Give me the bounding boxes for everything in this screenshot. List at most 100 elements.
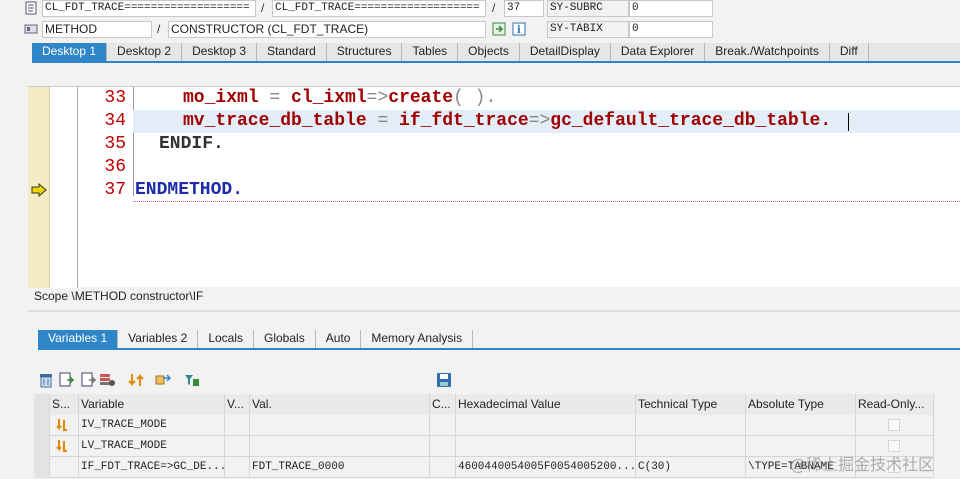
sy-subrc-value[interactable]: 0: [629, 0, 713, 17]
variable-cell[interactable]: IV_TRACE_MODE: [79, 415, 225, 436]
program-field[interactable]: CL_FDT_TRACE===================: [42, 0, 256, 17]
table-row[interactable]: IV_TRACE_MODE: [34, 415, 934, 436]
tab-data-explorer[interactable]: Data Explorer: [611, 43, 706, 61]
col-header-v[interactable]: V...: [225, 394, 250, 415]
method-end-line: [133, 201, 960, 202]
col-header-hex[interactable]: Hexadecimal Value: [456, 394, 636, 415]
code-line[interactable]: 34 mv_trace_db_table = if_fdt_trace=>gc_d…: [28, 110, 960, 133]
code-line[interactable]: 33 mo_ixml = cl_ixml=>create( ).: [28, 87, 960, 110]
code-token: ENDIF.: [159, 134, 224, 154]
sort-icon[interactable]: [128, 372, 144, 388]
col-header-c[interactable]: C...: [430, 394, 456, 415]
value-cell[interactable]: [250, 415, 430, 436]
absolute-type-cell: [746, 415, 856, 436]
status-cell: [50, 415, 79, 436]
variable-fast-display-icon[interactable]: [80, 372, 97, 388]
block-name-field[interactable]: CONSTRUCTOR (CL_FDT_TRACE): [168, 21, 486, 38]
code-editor[interactable]: 33 mo_ixml = cl_ixml=>create( ). 34 mv_trac…: [28, 86, 960, 288]
splitter[interactable]: [28, 310, 960, 312]
desktop-tabs: Desktop 1 Desktop 2 Desktop 3 Standard Struc…: [32, 43, 960, 63]
tab-desktop-2[interactable]: Desktop 2: [107, 43, 183, 61]
code-text: mo_ixml = cl_ixml=>create( ).: [183, 87, 496, 110]
code-token: ( ).: [453, 88, 497, 108]
row-selector[interactable]: [34, 415, 50, 436]
c-cell: [430, 436, 456, 457]
block-type-field[interactable]: METHOD: [42, 21, 152, 38]
grid-header: S... Variable V... Val. C... Hexadecimal…: [34, 394, 934, 415]
tab-variables-2[interactable]: Variables 2: [118, 330, 199, 348]
tab-structures[interactable]: Structures: [327, 43, 403, 61]
col-header-variable[interactable]: Variable: [79, 394, 225, 415]
detail-view-icon[interactable]: [58, 372, 75, 388]
status-cell: [50, 457, 79, 478]
delete-icon[interactable]: [38, 372, 52, 388]
line-number: 35: [104, 134, 126, 154]
tab-globals[interactable]: Globals: [254, 330, 316, 348]
tab-break-watchpoints[interactable]: Break./Watchpoints: [705, 43, 830, 61]
tab-tables[interactable]: Tables: [402, 43, 459, 61]
col-header-technical-type[interactable]: Technical Type: [636, 394, 746, 415]
technical-type-cell: [636, 436, 746, 457]
value-cell[interactable]: FDT_TRACE_0000: [250, 457, 430, 478]
hex-cell: [456, 415, 636, 436]
filter-icon[interactable]: [184, 372, 199, 388]
separator: /: [492, 1, 496, 15]
code-token: ENDMETHOD.: [135, 180, 244, 200]
code-token: mv_trace_db_table: [183, 111, 367, 131]
changed-arrow-icon: [56, 440, 67, 452]
tab-detaildisplay[interactable]: DetailDisplay: [520, 43, 611, 61]
row-selector-header[interactable]: [34, 394, 50, 415]
code-line[interactable]: 35 ENDIF.: [28, 133, 960, 156]
row-selector[interactable]: [34, 436, 50, 457]
tab-desktop-1[interactable]: Desktop 1: [32, 43, 108, 61]
code-line[interactable]: 37 ENDMETHOD.: [28, 179, 960, 202]
sy-tabix-value[interactable]: 0: [629, 21, 713, 38]
svg-text:i: i: [517, 25, 521, 36]
tab-variables-1[interactable]: Variables 1: [38, 330, 119, 348]
line-number-field[interactable]: 37: [504, 0, 544, 17]
current-statement-arrow-icon: [31, 182, 47, 198]
table-rows-icon[interactable]: [99, 372, 115, 388]
text-cursor: [848, 113, 849, 131]
code-token: if_fdt_trace: [399, 111, 529, 131]
col-header-absolute-type[interactable]: Absolute Type: [746, 394, 856, 415]
save-icon[interactable]: [436, 372, 451, 388]
c-cell: [430, 415, 456, 436]
variable-cell[interactable]: LV_TRACE_MODE: [79, 436, 225, 457]
code-token: =: [258, 88, 292, 108]
changed-arrow-icon: [56, 419, 67, 431]
tab-standard[interactable]: Standard: [257, 43, 327, 61]
col-header-value[interactable]: Val.: [250, 394, 430, 415]
include-field[interactable]: CL_FDT_TRACE===================: [272, 0, 486, 17]
separator: /: [157, 22, 161, 36]
tab-objects[interactable]: Objects: [458, 43, 520, 61]
transfer-icon[interactable]: [155, 372, 172, 388]
navigate-icon[interactable]: [492, 22, 506, 36]
watermark: @稀土掘金技术社区: [790, 455, 935, 474]
read-only-cell: [856, 415, 934, 436]
col-header-status[interactable]: S...: [50, 394, 79, 415]
v-cell: [225, 436, 250, 457]
code-token: create: [388, 88, 454, 108]
tab-desktop-3[interactable]: Desktop 3: [182, 43, 258, 61]
sy-subrc-label: SY-SUBRC: [547, 0, 629, 17]
code-line[interactable]: 36: [28, 156, 960, 179]
info-icon[interactable]: i: [512, 22, 526, 36]
code-text: mv_trace_db_table = if_fdt_trace=>gc_def…: [183, 110, 831, 133]
tab-locals[interactable]: Locals: [198, 330, 254, 348]
tab-auto[interactable]: Auto: [316, 330, 362, 348]
code-token: cl_ixml: [291, 88, 367, 108]
hex-cell: [456, 436, 636, 457]
v-cell: [225, 415, 250, 436]
tab-diff[interactable]: Diff: [830, 43, 869, 61]
line-number: 34: [104, 111, 126, 131]
tab-memory-analysis[interactable]: Memory Analysis: [361, 330, 474, 348]
value-cell[interactable]: [250, 436, 430, 457]
variable-cell[interactable]: IF_FDT_TRACE=>GC_DE...: [79, 457, 225, 478]
row-selector[interactable]: [34, 457, 50, 478]
method-icon: [24, 22, 38, 36]
col-header-read-only[interactable]: Read-Only...: [856, 394, 934, 415]
technical-type-cell: C(30): [636, 457, 746, 478]
status-cell: [50, 436, 79, 457]
v-cell: [225, 457, 250, 478]
